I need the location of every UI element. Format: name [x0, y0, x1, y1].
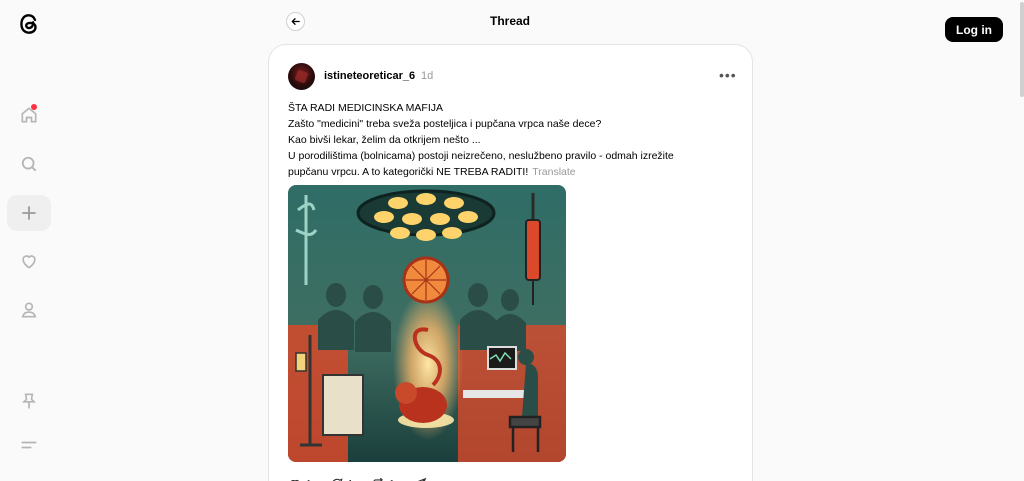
post-line-last: pupčanu vrpcu. A to kategorički NE TREBA… — [288, 164, 738, 180]
notification-dot — [31, 104, 37, 110]
back-button[interactable] — [286, 12, 305, 31]
sidebar — [0, 0, 58, 481]
post-line: U porodilištima (bolnicama) postoji neiz… — [288, 150, 674, 162]
nav-search[interactable] — [7, 146, 51, 182]
post-illustration — [288, 185, 566, 462]
search-icon — [21, 156, 37, 172]
post-text: ŠTA RADI MEDICINSKA MAFIJA Zašto "medici… — [288, 100, 738, 180]
comment-icon — [332, 478, 343, 481]
pin-icon — [21, 393, 37, 409]
post-line: ŠTA RADI MEDICINSKA MAFIJA — [288, 102, 443, 114]
arrow-left-icon — [291, 18, 300, 25]
repost-icon — [373, 477, 384, 481]
nav-pin[interactable] — [7, 383, 51, 419]
post-image[interactable] — [288, 185, 566, 462]
login-button[interactable]: Log in — [945, 17, 1003, 42]
post-line: Zašto "medicini" treba sveža posteljica … — [288, 118, 602, 130]
menu-icon — [21, 441, 37, 449]
post-time[interactable]: 1d — [421, 70, 433, 82]
heart-icon — [291, 479, 299, 481]
username[interactable]: istineteoreticar_6 — [324, 70, 415, 82]
ellipsis-icon: ••• — [719, 67, 737, 83]
like-button[interactable]: 1 — [288, 477, 312, 481]
scrollbar-thumb[interactable] — [1020, 2, 1024, 97]
post-actions: 1 1 1 — [288, 477, 427, 481]
scrollbar[interactable] — [1020, 0, 1024, 481]
share-button[interactable] — [413, 477, 427, 481]
nav-activity[interactable] — [7, 243, 51, 279]
threads-logo-icon[interactable] — [16, 11, 42, 37]
heart-icon — [22, 255, 36, 269]
nav-home[interactable] — [7, 97, 51, 133]
page-title: Thread — [489, 14, 530, 28]
share-icon — [417, 477, 426, 481]
repost-button[interactable]: 1 — [371, 477, 395, 481]
nav-menu[interactable] — [7, 427, 51, 463]
plus-icon — [22, 206, 36, 220]
post-line: Kao bivši lekar, želim da otkrijem nešto… — [288, 134, 481, 146]
reply-button[interactable]: 1 — [330, 477, 353, 481]
translate-link[interactable]: Translate — [532, 166, 575, 178]
nav-profile[interactable] — [7, 292, 51, 328]
nav-create[interactable] — [7, 195, 51, 231]
profile-icon — [21, 302, 37, 318]
avatar[interactable] — [288, 63, 315, 90]
post-line: pupčanu vrpcu. A to kategorički NE TREBA… — [288, 166, 529, 178]
more-options-button[interactable]: ••• — [719, 67, 737, 83]
thread-card: istineteoreticar_6 1d ••• ŠTA RADI MEDIC… — [268, 44, 753, 481]
